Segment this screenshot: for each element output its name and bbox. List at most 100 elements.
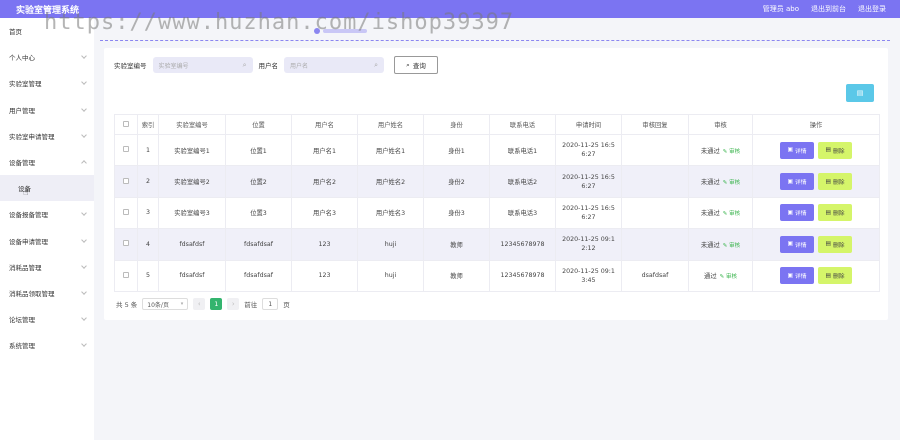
delete-button[interactable]: ▤ 删除 [818, 204, 852, 222]
delete-button[interactable]: ▤ 删除 [818, 235, 852, 253]
sidebar-item-user-management[interactable]: 用户管理 [0, 97, 94, 123]
table-header-row: 索引 实验室编号 位置 用户名 用户姓名 身份 联系电话 申请时间 审核回复 审… [114, 114, 880, 135]
sidebar-item-label: 消耗品领取管理 [9, 289, 55, 298]
prev-page-button[interactable]: ‹ [193, 298, 206, 310]
time-text: 2020-11-25 09:1 2:12 [562, 236, 615, 253]
cell-phone: 联系电话3 [489, 197, 556, 230]
chevron-down-icon [81, 236, 87, 243]
cell-identity: 身份2 [423, 165, 490, 198]
delete-button-label: 删除 [832, 211, 845, 218]
sidebar-item-personal-center[interactable]: 个人中心 [0, 44, 94, 70]
table-header-cell: 操作 [752, 114, 880, 135]
row-select[interactable] [114, 134, 138, 167]
time-text: 2020-11-25 16:5 6:27 [562, 204, 615, 221]
goto-page-input[interactable]: 1 [262, 298, 279, 310]
sidebar: 首页 个人中心 实验室管理 用户管理 实验室申请管理 设备管理 设备 ☝ 设备报备… [0, 18, 94, 440]
delete-button[interactable]: ▤ 删除 [818, 267, 852, 285]
sidebar-item-device-report[interactable]: 设备报备管理 [0, 201, 94, 227]
audit-link[interactable]: ✎ 审核 [723, 180, 740, 186]
audit-link-label: 审核 [729, 180, 741, 187]
data-table: 索引 实验室编号 位置 用户名 用户姓名 身份 联系电话 申请时间 审核回复 审… [114, 114, 880, 292]
cell-audit: 未通过 ✎ 审核 [688, 165, 753, 198]
cell-realname: huji [357, 260, 424, 292]
cell-index: 1 [137, 134, 159, 167]
audit-link[interactable]: ✎ 审核 [723, 211, 740, 217]
delete-button[interactable]: ▤ 删除 [818, 141, 852, 159]
sidebar-item-forum[interactable]: 论坛管理 [0, 306, 94, 332]
cell-phone: 联系电话2 [489, 165, 556, 198]
cell-location: 位置2 [225, 165, 292, 198]
checkbox[interactable] [123, 208, 129, 215]
checkbox[interactable] [123, 271, 129, 278]
cell-reply [621, 228, 689, 261]
lab-no-input[interactable]: 实验室编号 ⌕ [152, 57, 253, 73]
audit-link[interactable]: ✎ 审核 [723, 149, 740, 155]
sidebar-item-device-apply[interactable]: 设备申请管理 [0, 228, 94, 254]
table-header-cell: 审核 [688, 114, 753, 135]
sidebar-item-consumables-claim[interactable]: 消耗品领取管理 [0, 280, 94, 306]
cell-actions: ▣ 详情 ▤ 删除 [752, 134, 880, 167]
cell-index: 2 [137, 165, 159, 198]
detail-button[interactable]: ▣ 详情 [780, 267, 814, 285]
delete-button[interactable]: ▤ 删除 [818, 173, 852, 191]
chevron-down-icon [81, 105, 87, 112]
audit-link-label: 审核 [729, 148, 741, 155]
detail-button-label: 详情 [794, 274, 807, 281]
table-row: 2 实验室编号2 位置2 用户名2 用户姓名2 身份2 联系电话2 2020-11-25 16… [114, 165, 880, 198]
breadcrumb-bar [323, 29, 367, 33]
checkbox[interactable] [123, 177, 129, 184]
cell-phone: 联系电话1 [489, 134, 556, 167]
detail-button[interactable]: ▣ 详情 [780, 204, 814, 222]
table-row: 5 fdsafdsf fdsafdsaf 123 huji 教师 12345678978 20… [114, 260, 880, 292]
row-select[interactable] [114, 165, 138, 198]
row-select[interactable] [114, 197, 138, 230]
table-header-cell: 审核回复 [621, 114, 689, 135]
trash-icon: ▤ [825, 241, 831, 248]
checkbox[interactable] [123, 146, 129, 153]
cell-audit: 通过 ✎ 审核 [688, 260, 753, 292]
sidebar-item-home[interactable]: 首页 [0, 18, 94, 44]
sidebar-item-consumables[interactable]: 消耗品管理 [0, 254, 94, 280]
sidebar-item-lab-management[interactable]: 实验室管理 [0, 70, 94, 96]
cell-actions: ▣ 详情 ▤ 删除 [752, 197, 880, 230]
sidebar-item-device-management[interactable]: 设备管理 [0, 149, 94, 175]
cell-identity: 身份3 [423, 197, 490, 230]
back-to-front-link[interactable]: 退出到前台 [811, 4, 846, 14]
header-select-all[interactable] [114, 114, 138, 135]
sidebar-item-device[interactable]: 设备 ☝ [0, 175, 94, 202]
next-page-button[interactable]: › [227, 298, 240, 310]
row-select[interactable] [114, 228, 138, 261]
detail-button[interactable]: ▣ 详情 [780, 141, 814, 159]
cell-realname: 用户姓名3 [357, 197, 424, 230]
logout-link[interactable]: 退出登录 [858, 4, 886, 14]
username-placeholder: 用户名 [290, 62, 309, 70]
table-row: 1 实验室编号1 位置1 用户名1 用户姓名1 身份1 联系电话1 2020-11-25 16… [114, 134, 880, 167]
cell-audit: 未通过 ✎ 审核 [688, 134, 753, 167]
time-text: 2020-11-25 16:5 6:27 [562, 173, 615, 190]
audit-link[interactable]: ✎ 审核 [723, 243, 740, 249]
checkbox[interactable] [123, 120, 129, 127]
page-size-select[interactable]: 10条/页 ▾ [142, 298, 189, 310]
trash-icon: ▤ [825, 147, 831, 154]
cell-realname: 用户姓名1 [357, 134, 424, 167]
detail-button[interactable]: ▣ 详情 [780, 235, 814, 253]
row-select[interactable] [114, 260, 138, 292]
table-header-cell: 申请时间 [555, 114, 622, 135]
query-button[interactable]: ⌕ 查询 [394, 56, 438, 74]
batch-delete-button[interactable]: ▤ [846, 84, 874, 102]
username-input[interactable]: 用户名 ⌕ [284, 57, 384, 73]
sidebar-item-lab-apply[interactable]: 实验室申请管理 [0, 123, 94, 149]
cell-time: 2020-11-25 16:5 6:27 [555, 197, 622, 230]
page-number-button[interactable]: 1 [210, 298, 223, 310]
checkbox[interactable] [123, 240, 129, 247]
sidebar-item-system[interactable]: 系统管理 [0, 332, 94, 358]
detail-button[interactable]: ▣ 详情 [780, 173, 814, 191]
total-count: 共 5 条 [116, 301, 138, 309]
cell-username: 用户名3 [291, 197, 358, 230]
chevron-down-icon [81, 132, 87, 138]
audit-link[interactable]: ✎ 审核 [720, 274, 737, 280]
cell-index: 4 [137, 228, 159, 261]
hand-cursor-icon: ☝ [23, 188, 29, 199]
cell-realname: 用户姓名2 [357, 165, 424, 198]
detail-button-label: 详情 [794, 180, 807, 187]
